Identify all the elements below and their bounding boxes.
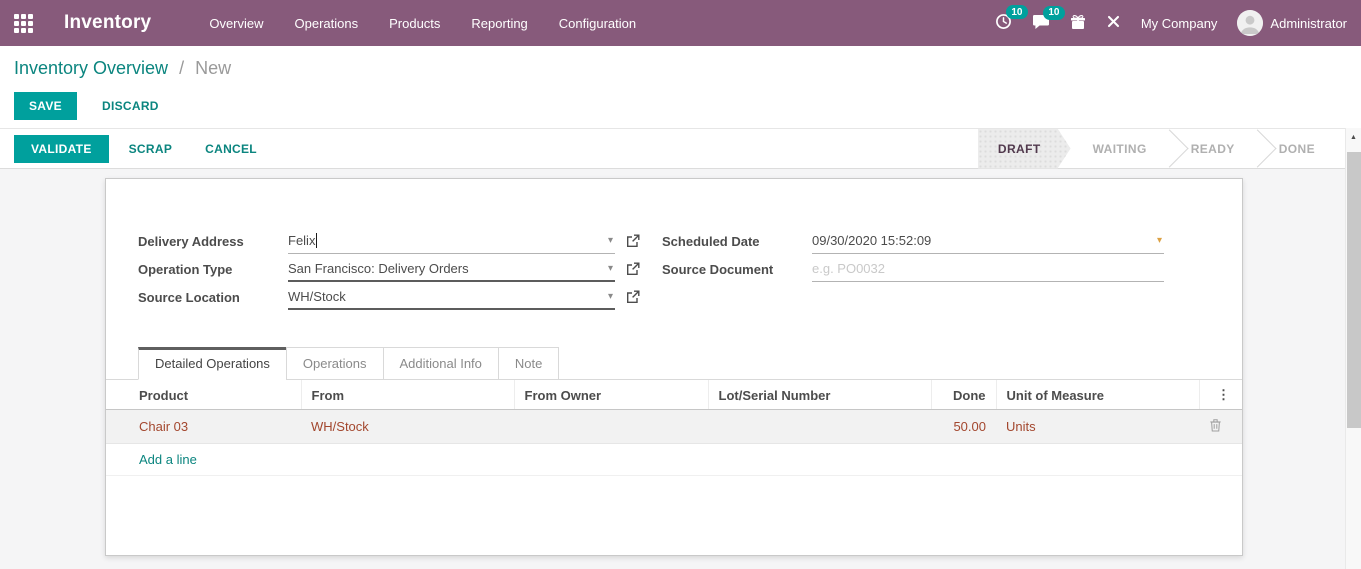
scheduled-date-label: Scheduled Date [662,234,812,249]
delivery-address-label: Delivery Address [138,234,288,249]
breadcrumb-current: New [195,58,231,78]
operation-type-label: Operation Type [138,262,288,277]
menu-products[interactable]: Products [387,12,442,35]
delete-row-button[interactable] [1199,410,1242,444]
main-menu: Overview Operations Products Reporting C… [207,12,638,35]
dropdown-caret-icon[interactable]: ▾ [608,263,615,274]
cell-from-owner[interactable] [514,410,708,444]
delivery-address-input[interactable]: Felix ▾ [288,229,615,254]
breadcrumb-parent-link[interactable]: Inventory Overview [14,58,168,78]
form-statusbar: VALIDATE SCRAP CANCEL DRAFT WAITING READ… [0,128,1361,169]
source-document-placeholder: e.g. PO0032 [812,261,885,276]
form-view-background: Delivery Address Felix ▾ Operation Type [0,169,1361,569]
cell-done[interactable]: 50.00 [931,410,996,444]
user-avatar [1237,10,1263,36]
state-waiting[interactable]: WAITING [1071,129,1169,169]
table-row[interactable]: Chair 03 WH/Stock 50.00 Units [106,410,1242,444]
tab-operations[interactable]: Operations [286,347,384,380]
cancel-button[interactable]: CANCEL [192,135,270,163]
activities-button[interactable]: 10 [995,13,1012,33]
source-location-input[interactable]: WH/Stock ▾ [288,285,615,310]
cell-lot-serial[interactable] [708,410,931,444]
apps-menu-button[interactable] [0,0,46,46]
source-document-label: Source Document [662,262,812,277]
datepicker-caret-icon[interactable]: ▾ [1157,235,1164,246]
tools-button[interactable] [1106,14,1121,32]
external-link-icon[interactable] [626,290,640,304]
state-draft[interactable]: DRAFT [978,129,1071,169]
tab-additional-info[interactable]: Additional Info [383,347,499,380]
activities-count-badge: 10 [1006,5,1028,19]
user-menu[interactable]: Administrator [1237,10,1347,36]
text-cursor [316,233,317,248]
scrap-button[interactable]: SCRAP [116,135,186,163]
validate-button[interactable]: VALIDATE [14,135,109,163]
top-navbar: Inventory Overview Operations Products R… [0,0,1361,46]
form-sheet: Delivery Address Felix ▾ Operation Type [105,178,1243,556]
col-header-lot-serial[interactable]: Lot/Serial Number [708,380,931,410]
cell-uom[interactable]: Units [996,410,1199,444]
company-switcher[interactable]: My Company [1141,16,1218,31]
save-button[interactable]: SAVE [14,92,77,120]
optional-columns-button[interactable]: ⋮ [1199,380,1242,410]
table-header-row: Product From From Owner Lot/Serial Numbe… [106,380,1242,410]
breadcrumb-separator: / [179,58,184,78]
col-header-product[interactable]: Product [106,380,301,410]
messages-count-badge: 10 [1043,6,1065,20]
source-document-input[interactable]: e.g. PO0032 [812,257,1164,282]
menu-reporting[interactable]: Reporting [469,12,529,35]
cell-product[interactable]: Chair 03 [106,410,301,444]
apps-grid-icon [14,14,33,33]
cell-from[interactable]: WH/Stock [301,410,514,444]
vertical-scrollbar[interactable]: ▲ [1345,128,1361,569]
control-panel: Inventory Overview / New SAVE DISCARD [0,46,1361,128]
dropdown-caret-icon[interactable]: ▾ [608,235,615,246]
crossed-tools-icon [1106,14,1121,32]
notebook: Detailed Operations Operations Additiona… [106,347,1242,476]
kebab-icon: ⋮ [1217,387,1230,402]
state-pipeline: DRAFT WAITING READY DONE [978,129,1337,169]
source-location-label: Source Location [138,290,288,305]
col-header-uom[interactable]: Unit of Measure [996,380,1199,410]
col-header-from-owner[interactable]: From Owner [514,380,708,410]
messages-button[interactable]: 10 [1032,14,1050,33]
col-header-from[interactable]: From [301,380,514,410]
dropdown-caret-icon[interactable]: ▾ [608,291,615,302]
detailed-operations-table: Product From From Owner Lot/Serial Numbe… [106,380,1242,476]
add-a-line-link[interactable]: Add a line [106,444,1242,476]
trash-icon [1209,420,1222,435]
user-name: Administrator [1270,16,1347,31]
col-header-done[interactable]: Done [931,380,996,410]
scrollbar-thumb[interactable] [1347,152,1361,428]
state-done[interactable]: DONE [1257,129,1337,169]
discard-button[interactable]: DISCARD [87,92,174,120]
rewards-button[interactable] [1070,14,1086,33]
tab-note[interactable]: Note [498,347,559,380]
external-link-icon[interactable] [626,234,640,248]
scrollbar-up-arrow[interactable]: ▲ [1346,128,1361,146]
app-title: Inventory [64,12,151,34]
menu-overview[interactable]: Overview [207,12,265,35]
breadcrumb: Inventory Overview / New [14,56,1345,80]
gift-icon [1070,14,1086,33]
state-ready[interactable]: READY [1169,129,1257,169]
scheduled-date-input[interactable]: 09/30/2020 15:52:09 ▾ [812,229,1164,254]
tab-detailed-operations[interactable]: Detailed Operations [138,347,287,380]
tab-bar: Detailed Operations Operations Additiona… [106,347,1242,380]
external-link-icon[interactable] [626,262,640,276]
add-line-row: Add a line [106,444,1242,476]
menu-configuration[interactable]: Configuration [557,12,638,35]
operation-type-input[interactable]: San Francisco: Delivery Orders ▾ [288,257,615,282]
menu-operations[interactable]: Operations [293,12,361,35]
